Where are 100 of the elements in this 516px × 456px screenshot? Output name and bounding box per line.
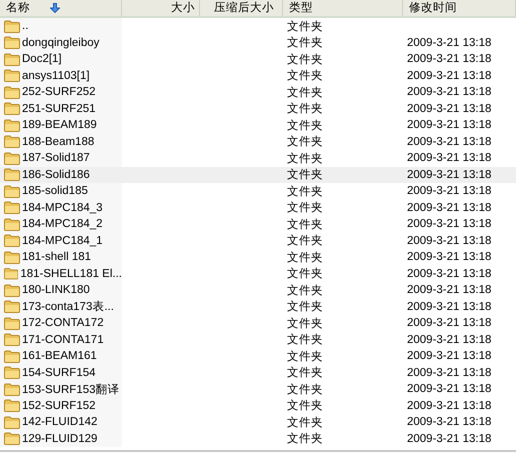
file-type: 文件夹 [286,366,324,380]
file-row[interactable]: 129-FLUID129 文件夹 2009-3-21 13:18 [0,430,516,447]
folder-icon [4,366,20,380]
modified-time: 2009-3-21 13:18 [406,168,492,181]
modified-time: 2009-3-21 13:18 [406,202,492,214]
file-type: 文件夹 [286,36,324,50]
file-name: 173-conta173表... [22,300,114,314]
file-row[interactable]: 184-MPC184_2 文件夹 2009-3-21 13:18 [0,216,516,232]
modified-time: 2009-3-21 13:18 [406,300,492,313]
file-type: 文件夹 [286,250,324,265]
file-type: 文件夹 [286,168,324,182]
file-type: 文件夹 [286,200,324,216]
file-row[interactable]: .. 文件夹 [0,18,516,34]
file-row[interactable]: 189-BEAM189 文件夹 2009-3-21 13:18 [0,117,516,134]
folder-icon [4,350,20,363]
modified-time: 2009-3-21 13:18 [406,53,492,66]
file-row[interactable]: 186-Solid186 文件夹 2009-3-21 13:18 [0,166,516,183]
column-header[interactable]: 名称 [0,1,36,15]
modified-time: 2009-3-21 13:18 [406,383,492,396]
file-name: 154-SURF154 [22,366,96,379]
file-type: 文件夹 [286,86,324,100]
file-name: 189-BEAM189 [22,119,97,132]
file-row[interactable]: 252-SURF252 文件夹 2009-3-21 13:18 [0,84,516,100]
file-row[interactable]: dongqingleiboy 文件夹 2009-3-21 13:18 [0,34,516,51]
file-type: 文件夹 [286,52,324,67]
file-type: 文件夹 [286,218,324,232]
file-type: 文件夹 [286,316,324,331]
file-name: 188-Beam188 [22,136,94,148]
file-name: 161-BEAM161 [22,350,97,362]
file-name: 171-CONTA171 [22,334,104,346]
modified-time: 2009-3-21 13:18 [406,317,492,330]
modified-time: 2009-3-21 13:18 [406,284,492,296]
folder-icon [4,184,20,198]
folder-icon [4,118,20,132]
file-type: 文件夹 [286,184,324,199]
file-name: Doc2[1] [22,53,62,66]
file-name: 181-shell 181 [22,251,92,264]
file-row[interactable]: 172-CONTA172 文件夹 2009-3-21 13:18 [0,315,516,332]
folder-icon [4,267,18,280]
file-type: 文件夹 [286,152,324,166]
file-row[interactable]: 181-SHELL181 El... 文件夹 2009-3-21 13:18 [0,266,516,282]
folder-icon [4,218,20,231]
modified-time: 2009-3-21 13:18 [406,234,492,247]
folder-icon [4,234,20,248]
modified-time: 2009-3-21 13:18 [406,86,492,98]
file-row[interactable]: 171-CONTA171 文件夹 2009-3-21 13:18 [0,332,516,348]
column-header[interactable]: 压缩后大小 [200,1,280,15]
file-type: 文件夹 [286,68,324,84]
file-type: 文件夹 [286,234,324,248]
column-header[interactable]: 大小 [165,1,199,15]
file-name: ansys1103[1] [22,70,90,82]
folder-icon [4,316,20,330]
file-name: dongqingleiboy [22,36,100,49]
file-type: 文件夹 [286,382,324,397]
file-name: 152-SURF152 [22,400,96,412]
file-row[interactable]: 173-conta173表... 文件夹 2009-3-21 13:18 [0,298,516,315]
file-row[interactable]: 181-shell 181 文件夹 2009-3-21 13:18 [0,249,516,266]
file-row[interactable]: 184-MPC184_1 文件夹 2009-3-21 13:18 [0,232,516,249]
folder-icon [4,20,20,33]
file-type: 文件夹 [286,350,324,364]
modified-time: 2009-3-21 13:18 [406,251,492,264]
file-row[interactable]: 180-LINK180 文件夹 2009-3-21 13:18 [0,282,516,298]
modified-time: 2009-3-21 13:18 [406,350,492,362]
folder-icon [4,135,20,148]
folder-icon [4,416,20,429]
file-name: 172-CONTA172 [22,317,104,330]
folder-icon [4,152,20,165]
file-row[interactable]: 184-MPC184_3 文件夹 2009-3-21 13:18 [0,200,516,216]
file-row[interactable]: Doc2[1] 文件夹 2009-3-21 13:18 [0,51,516,68]
modified-time: 2009-3-21 13:18 [406,102,492,115]
file-row[interactable]: 153-SURF153翻译 文件夹 2009-3-21 13:18 [0,381,516,398]
modified-time: 2009-3-21 13:18 [406,136,492,148]
folder-icon [4,432,20,446]
folder-icon [4,382,20,396]
file-type: 文件夹 [286,20,324,34]
column-header[interactable]: 类型 [283,1,319,15]
file-row[interactable]: 142-FLUID142 文件夹 2009-3-21 13:18 [0,414,516,430]
file-row[interactable]: ansys1103[1] 文件夹 2009-3-21 13:18 [0,68,516,84]
file-row[interactable]: 185-solid185 文件夹 2009-3-21 13:18 [0,183,516,200]
file-type: 文件夹 [286,432,324,446]
folder-icon [4,102,20,116]
file-name: 184-MPC184_3 [22,202,103,214]
file-name: 184-MPC184_1 [22,234,103,247]
file-row[interactable]: 152-SURF152 文件夹 2009-3-21 13:18 [0,398,516,414]
file-name: 187-Solid187 [22,152,90,164]
file-row[interactable]: 187-Solid187 文件夹 2009-3-21 13:18 [0,150,516,166]
file-name: 185-solid185 [22,185,88,198]
folder-icon [4,168,20,182]
folder-icon [4,250,20,264]
column-header[interactable]: 修改时间 [403,1,463,15]
file-row[interactable]: 161-BEAM161 文件夹 2009-3-21 13:18 [0,348,516,364]
modified-time: 2009-3-21 13:18 [406,432,492,445]
file-row[interactable]: 251-SURF251 文件夹 2009-3-21 13:18 [0,100,516,117]
folder-icon [4,36,20,50]
file-name: 186-Solid186 [22,168,90,181]
file-row[interactable]: 154-SURF154 文件夹 2009-3-21 13:18 [0,364,516,381]
modified-time: 2009-3-21 13:18 [406,334,492,346]
file-name: 184-MPC184_2 [22,218,103,230]
file-name: 129-FLUID129 [22,432,98,445]
file-row[interactable]: 188-Beam188 文件夹 2009-3-21 13:18 [0,134,516,150]
